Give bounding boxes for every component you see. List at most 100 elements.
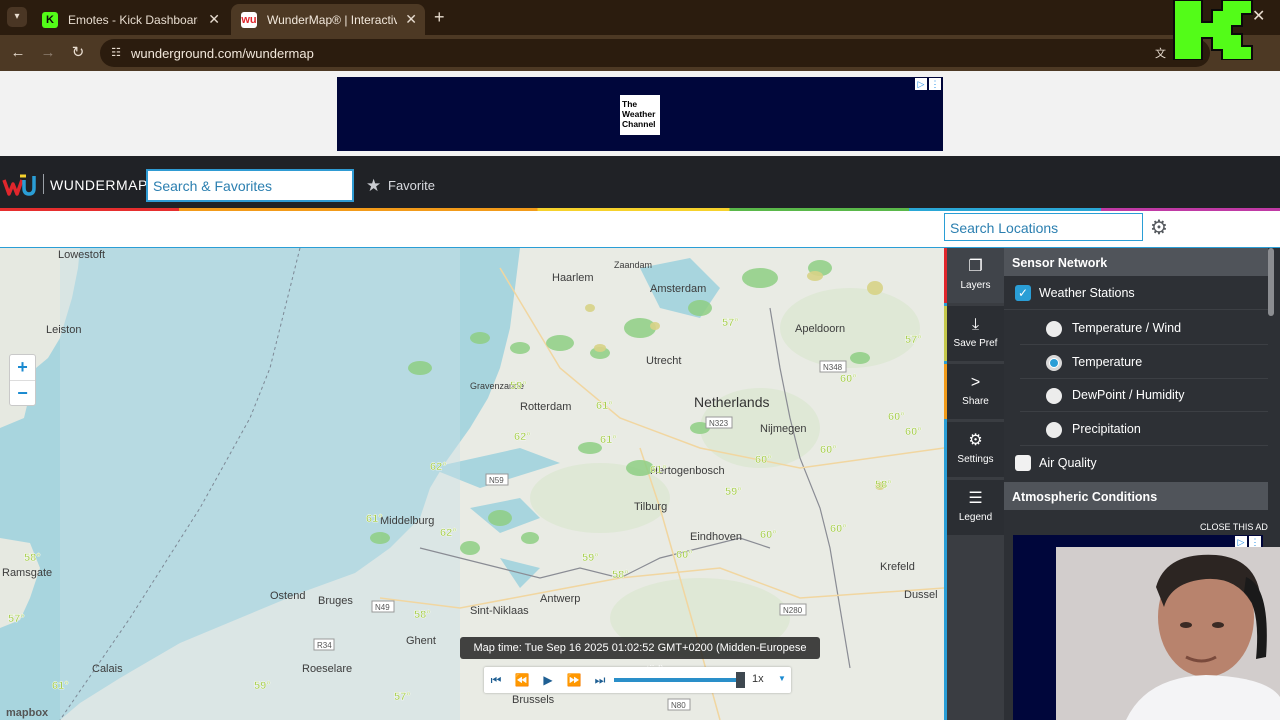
translate-icon[interactable]: 文: [1155, 45, 1171, 61]
mapbox-logo[interactable]: mapbox: [6, 707, 48, 719]
tool-label: Legend: [958, 512, 993, 523]
radio-dewpoint-humidity[interactable]: [1046, 388, 1062, 404]
temperature-marker: 57°: [905, 334, 922, 346]
temperature-marker: 60°: [820, 444, 837, 456]
place-label: Leiston: [46, 324, 81, 336]
temperature-marker: 60°: [905, 426, 922, 438]
logo-line: Weather: [622, 109, 656, 119]
search-favorites-input[interactable]: Search & Favorites: [146, 169, 354, 202]
list-icon: ☰: [968, 490, 983, 507]
zoom-out-button[interactable]: −: [10, 381, 35, 406]
section-sensor-network[interactable]: Sensor Network: [1004, 248, 1268, 276]
place-label: Apeldoorn: [795, 323, 845, 335]
temperature-marker: 60°: [760, 529, 777, 541]
tool-label: Save Pref: [953, 338, 998, 349]
forward-icon[interactable]: →: [38, 43, 58, 63]
new-tab-button[interactable]: +: [434, 7, 445, 27]
layers-button[interactable]: ❐ Layers: [944, 248, 1004, 303]
search-locations-input[interactable]: Search Locations: [944, 213, 1143, 241]
radio-temperature[interactable]: [1046, 355, 1062, 371]
timeline-handle[interactable]: [736, 672, 745, 688]
gear-icon[interactable]: ⚙: [1150, 215, 1168, 240]
kick-icon: K: [42, 11, 58, 28]
place-label: Antwerp: [540, 593, 580, 605]
road-shield: N49: [375, 603, 390, 612]
radio-temperature-wind[interactable]: [1046, 321, 1062, 337]
fast-forward-icon[interactable]: ⏩: [565, 671, 583, 689]
temperature-marker: 59°: [582, 552, 599, 564]
tool-label: Share: [962, 396, 989, 407]
road-shield: R34: [317, 641, 332, 650]
weather-stations-checkbox[interactable]: ✓: [1015, 285, 1031, 301]
tab-title: WunderMap® | Interactive Weather Map: [267, 12, 397, 27]
ad-menu-icon[interactable]: ⋮: [929, 78, 941, 90]
weather-stations-row[interactable]: ✓ Weather Stations: [1004, 277, 1268, 310]
map-canvas[interactable]: Lowestoft Leiston Haarlem Amsterdam Utre…: [0, 248, 944, 720]
wu-icon: wu: [241, 11, 257, 28]
option-label: Temperature: [1072, 355, 1143, 369]
close-tab-icon[interactable]: ✕: [405, 11, 417, 27]
url-text: wunderground.com/wundermap: [131, 46, 314, 61]
air-quality-row[interactable]: Air Quality: [1004, 447, 1268, 480]
chevron-down-icon[interactable]: ▼: [778, 674, 786, 683]
place-label: Rotterdam: [520, 401, 571, 413]
air-quality-checkbox[interactable]: [1015, 455, 1031, 471]
section-atmospheric-conditions[interactable]: Atmospheric Conditions: [1004, 482, 1268, 510]
road-shield: N59: [489, 476, 504, 485]
radio-precipitation[interactable]: [1046, 422, 1062, 438]
share-button[interactable]: > Share: [944, 364, 1004, 419]
place-label: Ramsgate: [2, 567, 52, 579]
weather-stations-label: Weather Stations: [1039, 286, 1135, 300]
place-label: Tilburg: [634, 501, 667, 513]
tab-kick-dashboard[interactable]: K Emotes - Kick Dashboard ✕: [32, 4, 228, 35]
tab-search-button[interactable]: ▾: [7, 7, 27, 27]
place-label: Bruges: [318, 595, 353, 607]
play-icon[interactable]: ▶: [539, 671, 557, 689]
option-label: Temperature / Wind: [1072, 321, 1182, 335]
skip-start-icon[interactable]: ⏮: [487, 671, 505, 689]
panel-scrollbar[interactable]: [1268, 248, 1274, 316]
wu-logo[interactable]: [2, 174, 38, 196]
layers-icon: ❐: [968, 258, 983, 275]
close-ad-link[interactable]: CLOSE THIS AD: [1200, 522, 1268, 532]
close-tab-icon[interactable]: ✕: [208, 11, 220, 27]
tab-wundermap[interactable]: wu WunderMap® | Interactive Weather Map …: [231, 4, 425, 35]
skip-end-icon[interactable]: ⏭: [591, 671, 609, 689]
temperature-marker: 57°: [722, 317, 739, 329]
option-temperature-wind[interactable]: Temperature / Wind: [1020, 312, 1268, 345]
temperature-marker: 61°: [366, 513, 383, 525]
timeline-bar[interactable]: [614, 678, 741, 682]
option-temperature[interactable]: Temperature: [1020, 346, 1268, 379]
road-shield: N80: [671, 701, 686, 710]
speed-select[interactable]: 1x: [752, 673, 764, 685]
temperature-marker: 59°: [254, 680, 271, 692]
zoom-control: + −: [9, 354, 36, 406]
legend-button[interactable]: ☰ Legend: [944, 480, 1004, 535]
star-icon[interactable]: ★: [366, 176, 381, 196]
option-dewpoint-humidity[interactable]: DewPoint / Humidity: [1020, 379, 1268, 412]
zoom-in-button[interactable]: +: [10, 355, 35, 380]
air-quality-label: Air Quality: [1039, 456, 1097, 470]
settings-button[interactable]: ⚙ Settings: [944, 422, 1004, 477]
save-pref-button[interactable]: ⤓ Save Pref: [944, 306, 1004, 361]
ad-choices[interactable]: ▷ ⋮: [915, 78, 941, 90]
option-precipitation[interactable]: Precipitation: [1020, 413, 1268, 446]
tool-label: Layers: [960, 280, 991, 291]
place-label: Brussels: [512, 694, 555, 706]
adchoices-icon[interactable]: ▷: [915, 78, 927, 90]
place-label: Dussel: [904, 589, 938, 601]
back-icon[interactable]: ←: [8, 43, 28, 63]
address-bar[interactable]: ☷ wunderground.com/wundermap 文: [100, 39, 1210, 67]
temperature-marker: 62°: [440, 527, 457, 539]
favorite-button[interactable]: Favorite: [388, 178, 435, 193]
temperature-marker: 61°: [600, 434, 617, 446]
place-label: Nijmegen: [760, 423, 806, 435]
reload-icon[interactable]: ↻: [68, 43, 88, 63]
site-info-icon[interactable]: ☷: [109, 46, 123, 60]
wu-header: WUNDERMAP Search & Favorites ★ Favorite: [0, 156, 1280, 211]
ad-banner[interactable]: The Weather Channel ▷ ⋮: [337, 77, 943, 151]
tool-label: Settings: [957, 454, 994, 465]
temperature-marker: 60°: [840, 373, 857, 385]
rewind-icon[interactable]: ⏪: [513, 671, 531, 689]
temperature-marker: 57°: [8, 613, 25, 625]
